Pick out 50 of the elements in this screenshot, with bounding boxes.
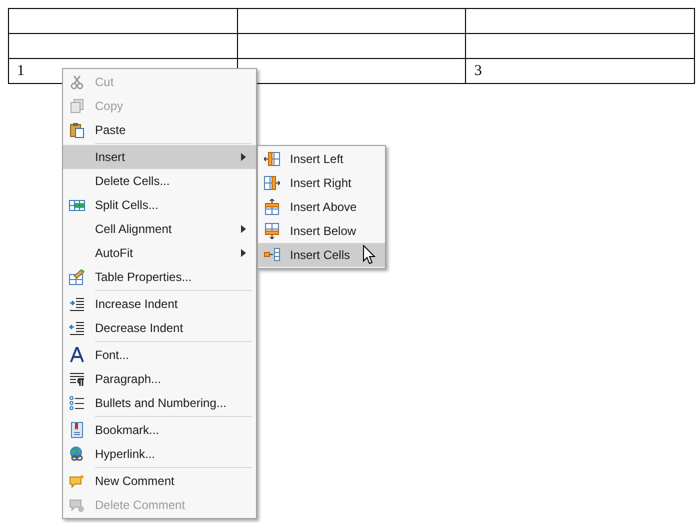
comment-icon bbox=[69, 473, 85, 489]
menu-item[interactable]: Table Properties... bbox=[63, 265, 256, 289]
table-pencil-icon bbox=[69, 269, 85, 285]
copy-icon bbox=[69, 98, 85, 114]
decrease-indent-icon bbox=[69, 320, 85, 336]
globe-link-icon bbox=[69, 446, 85, 462]
menu-item[interactable]: Insert Above bbox=[258, 195, 385, 219]
menu-item[interactable]: Paste bbox=[63, 118, 256, 142]
mouse-cursor-icon bbox=[363, 245, 376, 265]
insert-cells-icon bbox=[264, 247, 280, 263]
comment-delete-icon bbox=[69, 497, 85, 513]
menu-item[interactable]: Hyperlink... bbox=[63, 442, 256, 466]
table-cell[interactable] bbox=[466, 8, 694, 34]
paragraph-icon bbox=[69, 371, 85, 387]
scissors-icon bbox=[69, 74, 85, 90]
table-grid-icon bbox=[69, 197, 85, 213]
insert-row-below-icon bbox=[264, 223, 280, 239]
insert-row-above-icon bbox=[264, 199, 280, 215]
submenu-arrow-icon bbox=[241, 153, 246, 161]
increase-indent-icon bbox=[69, 296, 85, 312]
menu-item[interactable]: Split Cells... bbox=[63, 193, 256, 217]
menu-item[interactable]: Increase Indent bbox=[63, 292, 256, 316]
table-cell[interactable] bbox=[237, 8, 466, 34]
insert-column-left-icon bbox=[264, 151, 280, 167]
menu-item[interactable]: Insert Left bbox=[258, 147, 385, 171]
submenu-arrow-icon bbox=[241, 249, 246, 257]
menu-item[interactable]: New Comment bbox=[63, 469, 256, 493]
bullet-list-icon bbox=[69, 395, 85, 411]
menu-item[interactable]: Insert Below bbox=[258, 219, 385, 243]
menu-item[interactable]: Insert Right bbox=[258, 171, 385, 195]
submenu-arrow-icon bbox=[241, 225, 246, 233]
clipboard-icon bbox=[69, 122, 85, 138]
menu-item[interactable]: Insert bbox=[63, 145, 256, 169]
menu-item[interactable]: Bookmark... bbox=[63, 418, 256, 442]
menu-item[interactable]: Paragraph... bbox=[63, 367, 256, 391]
menu-item[interactable]: Cell Alignment bbox=[63, 217, 256, 241]
table-cell[interactable] bbox=[466, 34, 694, 58]
menu-item[interactable]: Decrease Indent bbox=[63, 316, 256, 340]
insert-column-right-icon bbox=[264, 175, 280, 191]
table-cell[interactable]: 3 bbox=[466, 58, 694, 84]
menu-item[interactable]: Bullets and Numbering... bbox=[63, 391, 256, 415]
menu-item[interactable]: Delete Cells... bbox=[63, 169, 256, 193]
table-cell[interactable] bbox=[8, 8, 238, 34]
table-cell[interactable] bbox=[8, 34, 238, 58]
menu-item[interactable]: Font... bbox=[63, 343, 256, 367]
menu-item[interactable]: AutoFit bbox=[63, 241, 256, 265]
letter-a-icon bbox=[69, 347, 85, 363]
table-cell[interactable] bbox=[237, 34, 466, 58]
menu-item[interactable]: Insert Cells bbox=[258, 243, 385, 267]
bookmark-icon bbox=[69, 422, 85, 438]
